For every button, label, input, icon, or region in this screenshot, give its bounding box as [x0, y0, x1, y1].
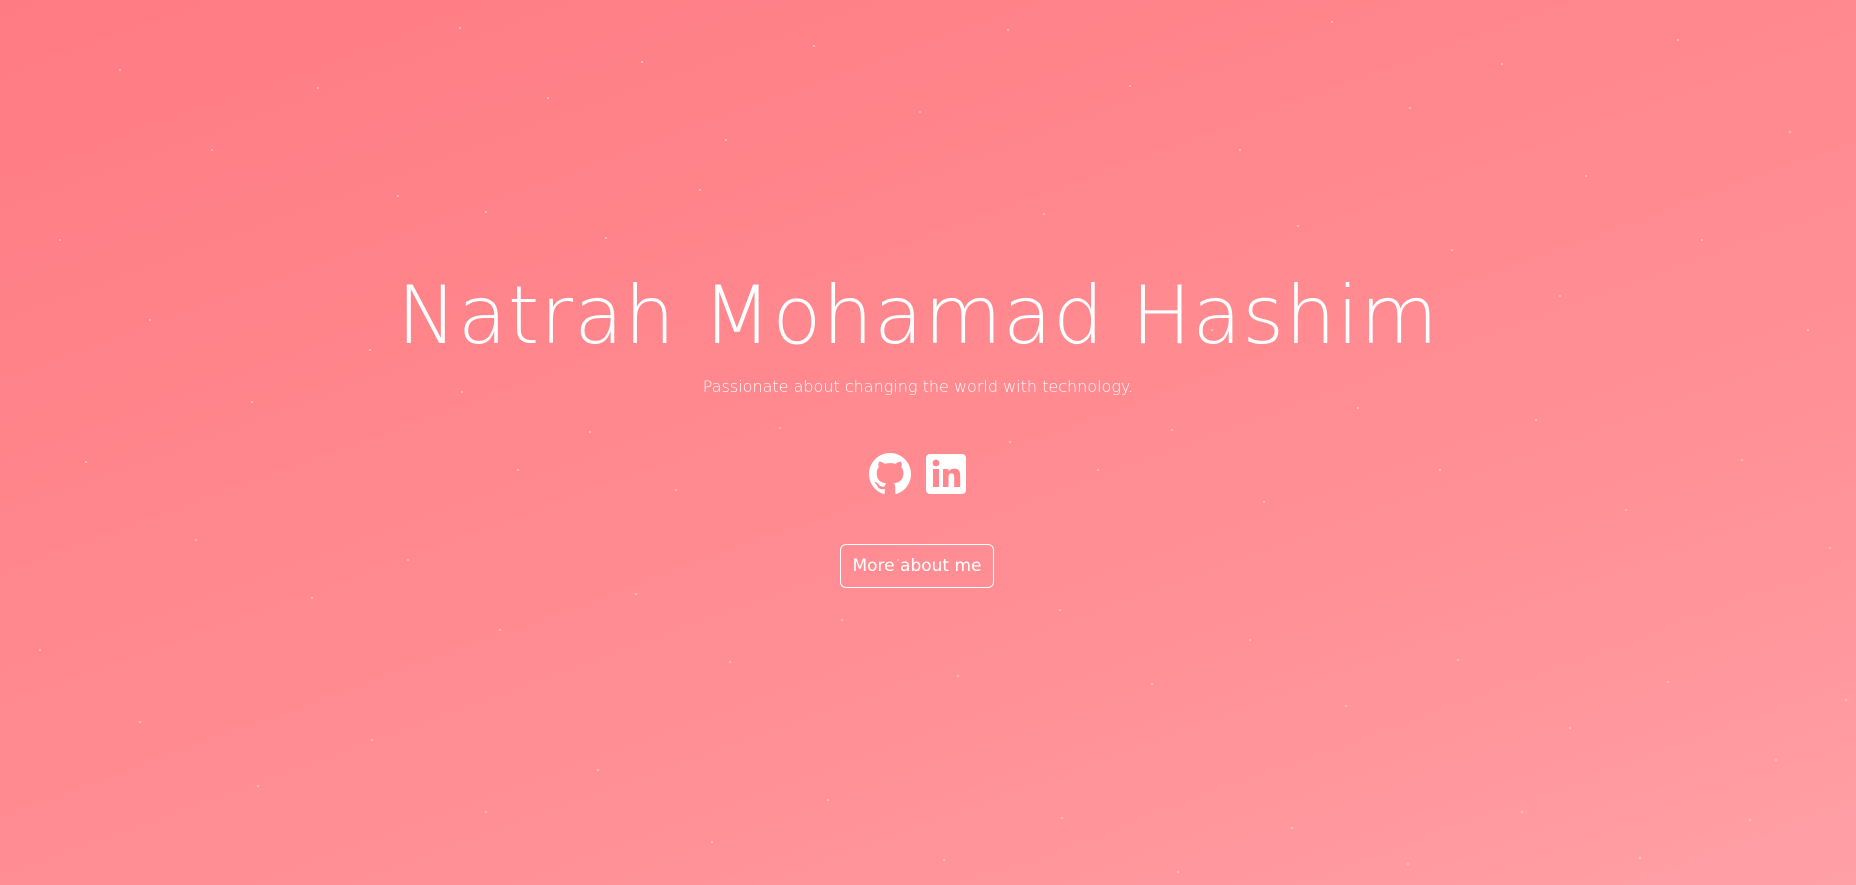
linkedin-icon [926, 454, 966, 494]
tagline: Passionate about changing the world with… [702, 377, 1134, 396]
github-icon [869, 453, 911, 494]
page-title: Natrah Mohamad Hashim [397, 269, 1439, 362]
more-about-me-button[interactable]: More about me [840, 544, 994, 588]
github-link[interactable] [869, 453, 911, 495]
particles-background [39, 21, 1847, 873]
hero-section: Natrah Mohamad Hashim Passionate about c… [0, 0, 1856, 885]
linkedin-link[interactable] [925, 453, 967, 495]
social-links [0, 453, 1836, 495]
